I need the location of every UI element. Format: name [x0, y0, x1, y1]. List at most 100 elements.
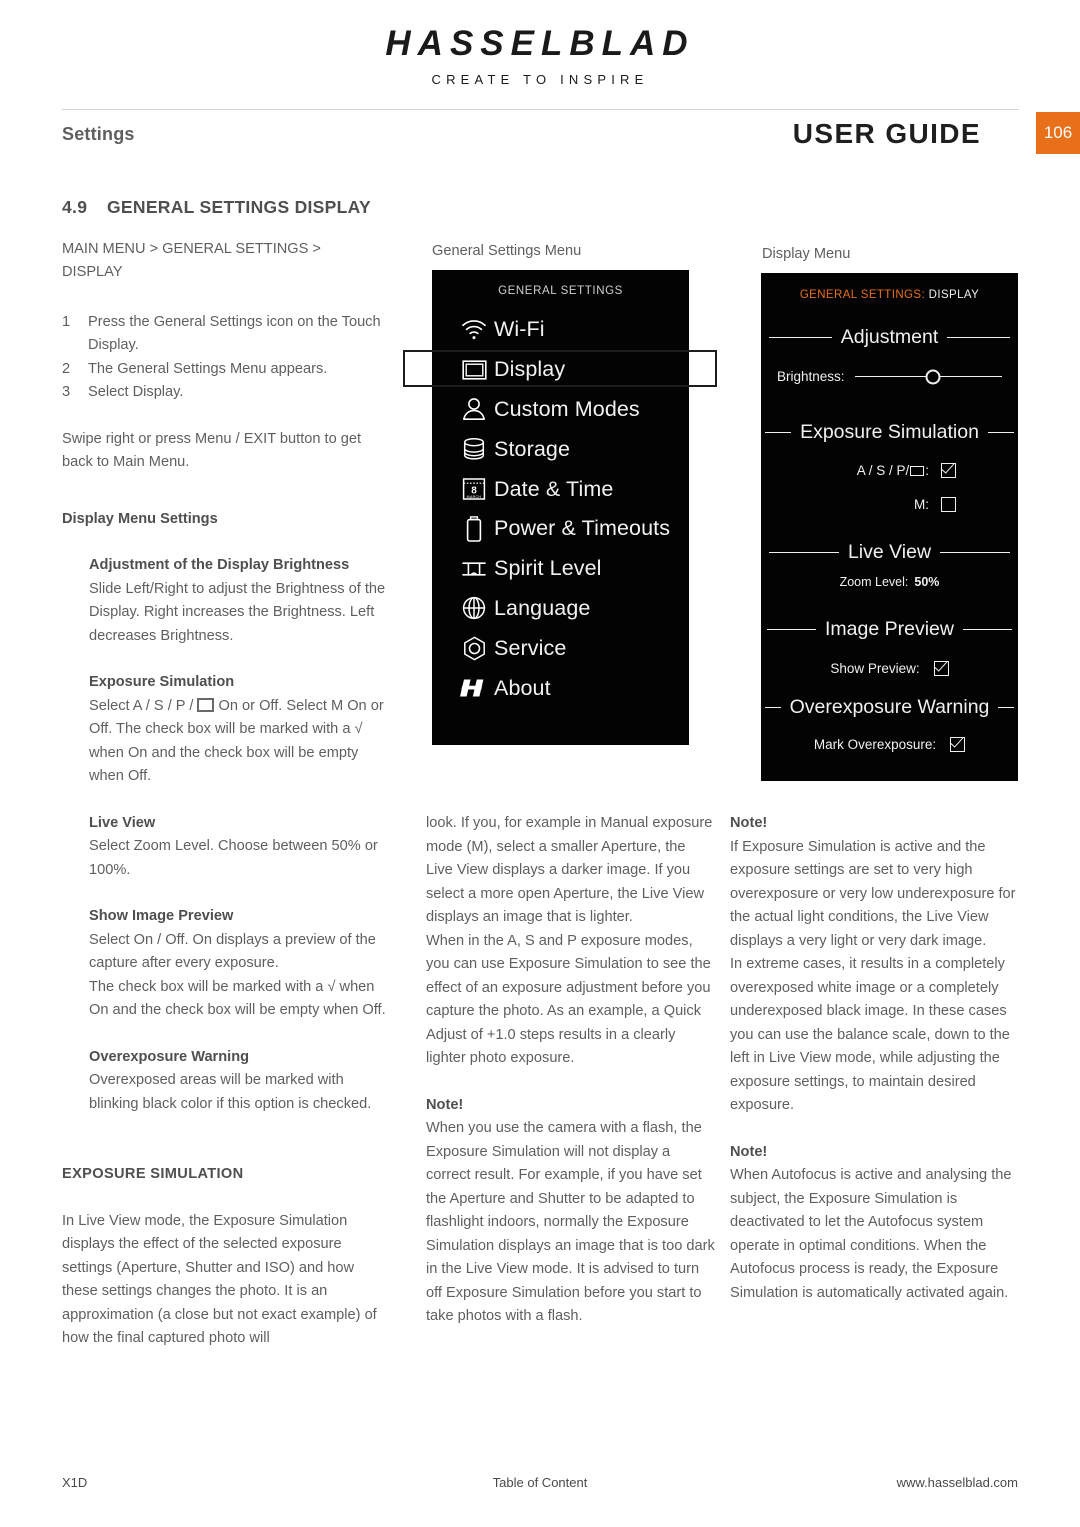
group-header-image-preview: Image Preview [761, 618, 1018, 641]
hex-gear-icon [454, 636, 494, 661]
display-icon [454, 359, 494, 381]
menu-item-power-timeouts[interactable]: Power & Timeouts [432, 509, 689, 549]
aspect-box-icon [910, 465, 925, 476]
footer-website[interactable]: www.hasselblad.com [897, 1475, 1018, 1490]
screen-title-current: DISPLAY [928, 289, 980, 301]
subheading-live-view: Live View [89, 814, 156, 831]
group-header-exposure-simulation: Exposure Simulation [761, 421, 1018, 444]
list-item: 2 The General Settings Menu appears. [62, 358, 389, 382]
menu-item-about[interactable]: About [432, 668, 689, 708]
zoom-level-value: 50% [914, 575, 940, 589]
group-header-live-view: Live View [761, 541, 1018, 564]
group-label: Live View [847, 541, 932, 563]
aspm-row[interactable]: A / S / P/: [761, 463, 1018, 478]
menu-item-spirit-level[interactable]: Spirit Level [432, 549, 689, 589]
show-preview-checkbox[interactable] [933, 661, 949, 676]
menu-item-label: Wi-Fi [494, 317, 545, 342]
note-body-1: If Exposure Simulation is active and the… [730, 838, 1016, 1114]
note-body-flash: When you use the camera with a flash, th… [426, 1120, 715, 1324]
menu-item-date-time[interactable]: 8 MARCH Date & Time [432, 469, 689, 509]
menu-item-label: Power & Timeouts [494, 516, 671, 541]
divider-line-left [765, 706, 781, 709]
list-item: 3 Select Display. [62, 381, 389, 405]
subheading-overexposure-warning: Overexposure Warning [89, 1048, 250, 1065]
m-mode-checkbox[interactable] [941, 497, 956, 512]
brightness-row[interactable]: Brightness: [761, 369, 1018, 384]
globe-icon [454, 596, 494, 620]
menu-item-storage[interactable]: Storage [432, 429, 689, 469]
divider-line-right [940, 551, 1011, 554]
show-preview-label: Show Preview: [830, 661, 920, 676]
menu-item-label: Date & Time [494, 476, 614, 501]
mark-overexposure-checkbox[interactable] [950, 737, 966, 752]
exposure-simulation-para-3: When in the A, S and P exposure modes, y… [426, 932, 711, 1067]
note-label-flash: Note! [426, 1096, 464, 1113]
m-mode-row[interactable]: M: [761, 497, 1018, 512]
body-exposure-simulation: Select A / S / P / On or Off. Select M O… [89, 695, 389, 789]
brand-header: HASSELBLAD CREATE TO INSPIRE [0, 26, 1080, 87]
display-menu-settings-heading: Display Menu Settings [62, 510, 218, 527]
m-mode-label: M: [914, 497, 929, 512]
menu-item-service[interactable]: Service [432, 628, 689, 668]
breadcrumb-line-2: DISPLAY [62, 264, 123, 280]
step-text: Press the General Settings icon on the T… [88, 313, 381, 354]
group-header-overexposure-warning: Overexposure Warning [761, 696, 1018, 719]
step-number: 3 [62, 384, 71, 400]
header-section-label: Settings [62, 124, 135, 144]
general-settings-screen: GENERAL SETTINGS Wi-Fi Display Custom Mo… [432, 270, 689, 745]
aspect-box-icon [197, 697, 215, 712]
group-label: Overexposure Warning [789, 696, 990, 718]
body-adjustment: Slide Left/Right to adjust the Brightnes… [89, 580, 386, 644]
exposure-simulation-para-1: In Live View mode, the Exposure Simulati… [62, 1212, 377, 1347]
section-number: 4.9 [62, 197, 88, 217]
brand-tagline: CREATE TO INSPIRE [431, 72, 649, 87]
right-column: Note! If Exposure Simulation is active a… [730, 812, 1022, 1305]
exposure-simulation-heading: EXPOSURE SIMULATION [62, 1166, 244, 1182]
menu-item-label: Spirit Level [494, 556, 602, 581]
divider-line-right [998, 706, 1014, 709]
note-body-2: When Autofocus is active and analysing t… [730, 1167, 1012, 1301]
menu-item-label: Storage [494, 436, 571, 461]
brightness-label: Brightness: [777, 369, 845, 384]
display-menu-screen-title: GENERAL SETTINGS: DISPLAY [761, 289, 1018, 301]
section-title: GENERAL SETTINGS DISPLAY [107, 197, 371, 217]
body-exposure-sim-pre: Select A / S / P / [89, 697, 194, 714]
step-text: The General Settings Menu appears. [88, 360, 328, 377]
subheading-show-image-preview: Show Image Preview [89, 908, 234, 924]
menu-item-label: Language [494, 595, 591, 620]
zoom-level-row[interactable]: Zoom Level: 50% [761, 575, 1018, 589]
mark-overexposure-row[interactable]: Mark Overexposure: [761, 737, 1018, 752]
menu-item-wifi[interactable]: Wi-Fi [432, 310, 689, 350]
divider-line-left [765, 431, 792, 434]
show-preview-row[interactable]: Show Preview: [761, 661, 1018, 676]
page-title: 4.9 GENERAL SETTINGS DISPLAY [62, 196, 389, 220]
zoom-level-label: Zoom Level: [839, 575, 909, 589]
general-settings-figure-caption: General Settings Menu [432, 243, 582, 259]
aspm-colon: : [925, 463, 929, 478]
step-number: 2 [62, 360, 71, 377]
menu-item-language[interactable]: Language [432, 589, 689, 629]
note-label-2: Note! [730, 1143, 768, 1160]
note-label-1: Note! [730, 815, 768, 831]
aspm-checkbox[interactable] [941, 463, 956, 478]
subheading-exposure-simulation: Exposure Simulation [89, 674, 235, 690]
group-label: Image Preview [825, 618, 954, 640]
menu-item-display[interactable]: Display [432, 350, 689, 390]
calendar-icon: 8 MARCH [454, 477, 494, 501]
brightness-slider[interactable] [854, 369, 1002, 384]
divider-line-left [769, 336, 832, 339]
general-settings-screen-title: GENERAL SETTINGS [498, 285, 623, 297]
divider-line-left [769, 551, 839, 554]
menu-item-custom-modes[interactable]: Custom Modes [432, 390, 689, 430]
header-divider [62, 109, 1019, 110]
body-overexposure-warning: Overexposed areas will be marked with bl… [89, 1072, 372, 1112]
aspm-label: A / S / P/ [856, 463, 910, 478]
body-live-view: Select Zoom Level. Choose between 50% or… [89, 838, 378, 878]
list-item: 1 Press the General Settings icon on the… [62, 311, 389, 358]
step-number: 1 [62, 313, 71, 330]
brightness-slider-knob[interactable] [925, 369, 941, 384]
person-icon [454, 397, 494, 421]
brand-wordmark: HASSELBLAD [385, 24, 695, 63]
screen-title-breadcrumb: GENERAL SETTINGS: [799, 289, 926, 301]
mark-overexposure-label: Mark Overexposure: [813, 737, 937, 752]
